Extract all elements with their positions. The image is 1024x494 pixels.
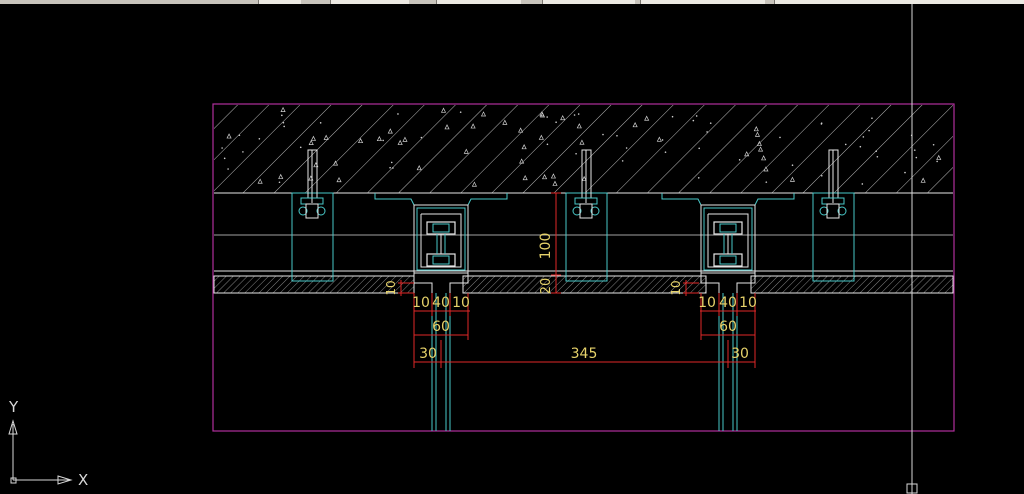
ceiling-panel [213,275,954,294]
crosshair-cursor-icon [906,4,918,494]
dim-left-40: 40 [432,295,450,311]
dim-left-30: 30 [419,346,437,362]
dim-left-10b: 10 [452,295,470,311]
dim-right-10b: 10 [739,295,757,311]
dim-right-40: 40 [719,295,737,311]
drawing-canvas[interactable]: 100 20 10 10 10 40 10 10 40 10 60 60 30 … [0,4,1024,494]
dim-right-30: 30 [731,346,749,362]
dim-10-left-gap: 10 [384,280,398,295]
dim-right-10a: 10 [698,295,716,311]
dim-100: 100 [538,233,554,260]
dim-right-60: 60 [719,319,737,335]
dim-left-10a: 10 [412,295,430,311]
dim-345: 345 [571,346,598,362]
dim-left-60: 60 [432,319,450,335]
concrete-slab [214,105,953,194]
ucs-x-label: X [78,471,88,489]
dim-20: 20 [539,278,554,295]
ucs-y-label: Y [8,398,19,416]
dim-10-right-gap: 10 [669,280,683,295]
ucs-icon [8,419,73,485]
